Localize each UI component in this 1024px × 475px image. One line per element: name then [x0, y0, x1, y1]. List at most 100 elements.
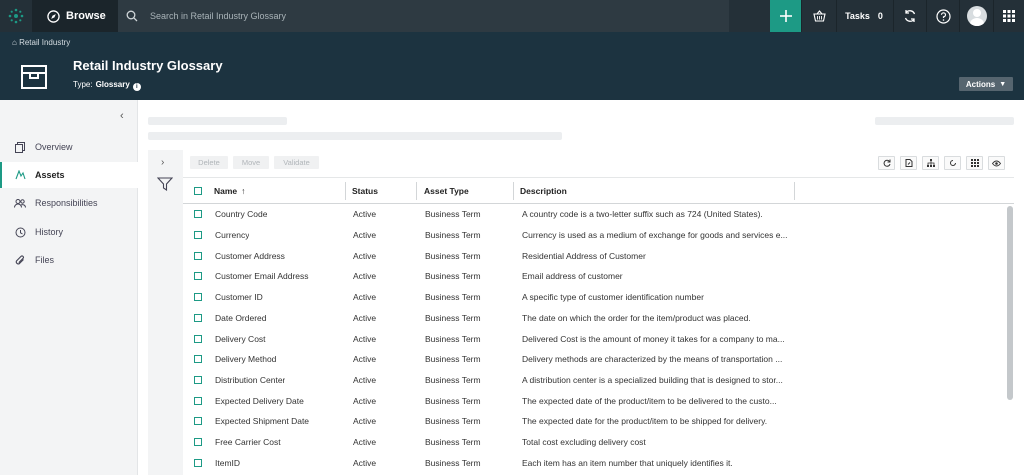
loading-placeholder [148, 117, 287, 125]
browse-button[interactable]: Browse [32, 0, 118, 32]
app-launcher-button[interactable] [993, 0, 1024, 32]
asset-name-link[interactable]: Delivery Method [215, 354, 276, 364]
table-row[interactable]: ItemID Active Business Term Each item has a… [183, 452, 1006, 473]
column-header-asset-type[interactable]: Asset Type [424, 178, 469, 204]
row-checkbox[interactable] [194, 411, 202, 432]
user-menu-button[interactable] [959, 0, 993, 32]
collapse-sidebar-chevron-icon[interactable]: ‹ [120, 110, 124, 122]
view-button[interactable] [988, 156, 1005, 170]
table-scrollbar[interactable] [1007, 206, 1013, 400]
row-checkbox[interactable] [194, 308, 202, 329]
table-row[interactable]: Delivery Cost Active Business Term Delivere… [183, 328, 1006, 349]
asset-name-link[interactable]: Delivery Cost [215, 334, 266, 344]
tasks-button[interactable]: Tasks 0 [836, 0, 891, 32]
table-row[interactable]: Distribution Center Active Business Term A … [183, 370, 1006, 391]
asset-name-cell[interactable]: Expected Shipment Date [215, 411, 340, 432]
sidebar-item-overview[interactable]: Overview [0, 134, 138, 160]
row-checkbox[interactable] [194, 349, 202, 370]
grid-view-button[interactable] [966, 156, 983, 170]
asset-name-cell[interactable]: Date Ordered [215, 308, 340, 329]
row-checkbox[interactable] [194, 390, 202, 411]
asset-name-link[interactable]: Date Ordered [215, 313, 267, 323]
actions-button[interactable]: Actions ▼ [959, 77, 1013, 91]
sidebar-item-files[interactable]: Files [0, 247, 138, 273]
asset-name-cell[interactable]: Customer ID [215, 287, 340, 308]
asset-name-cell[interactable]: Expected Delivery Date [215, 390, 340, 411]
table-row[interactable]: Expected Shipment Date Active Business Ter… [183, 411, 1006, 432]
table-row[interactable]: Expected Delivery Date Active Business Ter… [183, 390, 1006, 411]
basket-button[interactable] [801, 0, 836, 32]
loop-button[interactable] [944, 156, 961, 170]
hierarchy-button[interactable] [922, 156, 939, 170]
asset-name-link[interactable]: Free Carrier Cost [215, 437, 281, 447]
asset-name-cell[interactable]: Country Code [215, 204, 340, 225]
add-button[interactable] [770, 0, 801, 32]
column-header-status[interactable]: Status [352, 178, 378, 204]
row-checkbox[interactable] [194, 287, 202, 308]
asset-name-link[interactable]: Customer ID [215, 292, 263, 302]
row-checkbox[interactable] [194, 204, 202, 225]
help-button[interactable] [926, 0, 959, 32]
column-divider[interactable] [345, 182, 346, 200]
table-row[interactable]: Country Code Active Business Term A country… [183, 204, 1006, 225]
sidebar-item-responsibilities[interactable]: Responsibilities [0, 190, 138, 216]
asset-name-link[interactable]: Distribution Center [215, 375, 285, 385]
column-divider[interactable] [794, 182, 795, 200]
asset-name-link[interactable]: Expected Shipment Date [215, 416, 309, 426]
asset-name-link[interactable]: Customer Address [215, 251, 285, 261]
row-checkbox[interactable] [194, 432, 202, 453]
table-row[interactable]: Customer Email Address Active Business Ter… [183, 266, 1006, 287]
table-row[interactable]: Currency Active Business Term Currency is u… [183, 225, 1006, 246]
table-row[interactable]: Customer Address Active Business Term Resid… [183, 245, 1006, 266]
breadcrumb[interactable]: ⌂ Retail Industry [12, 38, 70, 47]
asset-name-cell[interactable]: ItemID [215, 452, 340, 473]
global-search[interactable] [118, 0, 729, 32]
sidebar-item-label: Overview [35, 142, 73, 152]
row-checkbox[interactable] [194, 328, 202, 349]
asset-name-cell[interactable]: Customer Email Address [215, 266, 340, 287]
filter-icon[interactable] [156, 177, 174, 193]
row-checkbox[interactable] [194, 225, 202, 246]
asset-name-cell[interactable]: Delivery Cost [215, 328, 340, 349]
asset-name-link[interactable]: Customer Email Address [215, 271, 309, 281]
asset-name-link[interactable]: ItemID [215, 458, 240, 468]
asset-name-link[interactable]: Currency [215, 230, 249, 240]
column-divider[interactable] [513, 182, 514, 200]
delete-button[interactable]: Delete [190, 156, 228, 169]
asset-name-link[interactable]: Country Code [215, 209, 267, 219]
refresh-button[interactable] [878, 156, 895, 170]
status-cell: Active [353, 370, 413, 391]
column-header-name[interactable]: Name ↑ [214, 178, 245, 204]
table-row[interactable]: Delivery Method Active Business Term Delive… [183, 349, 1006, 370]
actions-label: Actions [965, 79, 996, 89]
sync-button[interactable] [893, 0, 926, 32]
row-checkbox[interactable] [194, 245, 202, 266]
export-button[interactable] [900, 156, 917, 170]
column-divider[interactable] [416, 182, 417, 200]
asset-name-cell[interactable]: Customer Address [215, 245, 340, 266]
asset-name-cell[interactable]: Currency [215, 225, 340, 246]
status-cell: Active [353, 328, 413, 349]
asset-name-link[interactable]: Expected Delivery Date [215, 396, 304, 406]
app-logo-icon[interactable] [0, 0, 32, 32]
table-row[interactable]: Customer ID Active Business Term A specific… [183, 287, 1006, 308]
move-button[interactable]: Move [233, 156, 269, 169]
sidebar-item-assets[interactable]: Assets [0, 162, 138, 188]
column-header-description[interactable]: Description [520, 178, 567, 204]
column-label: Description [520, 186, 567, 196]
info-icon[interactable]: i [132, 83, 141, 91]
asset-name-cell[interactable]: Delivery Method [215, 349, 340, 370]
expand-filter-chevron-icon[interactable]: › [161, 157, 164, 168]
validate-button[interactable]: Validate [274, 156, 319, 169]
row-checkbox[interactable] [194, 370, 202, 391]
select-all-checkbox[interactable] [194, 178, 202, 204]
row-checkbox[interactable] [194, 266, 202, 287]
row-checkbox[interactable] [194, 452, 202, 473]
asset-name-cell[interactable]: Distribution Center [215, 370, 340, 391]
sidebar-item-history[interactable]: History [0, 219, 138, 245]
asset-name-cell[interactable]: Free Carrier Cost [215, 432, 340, 453]
status-cell: Active [353, 266, 413, 287]
table-row[interactable]: Date Ordered Active Business Term The date … [183, 308, 1006, 329]
search-input[interactable] [150, 11, 650, 21]
table-row[interactable]: Free Carrier Cost Active Business Term Tota… [183, 432, 1006, 453]
